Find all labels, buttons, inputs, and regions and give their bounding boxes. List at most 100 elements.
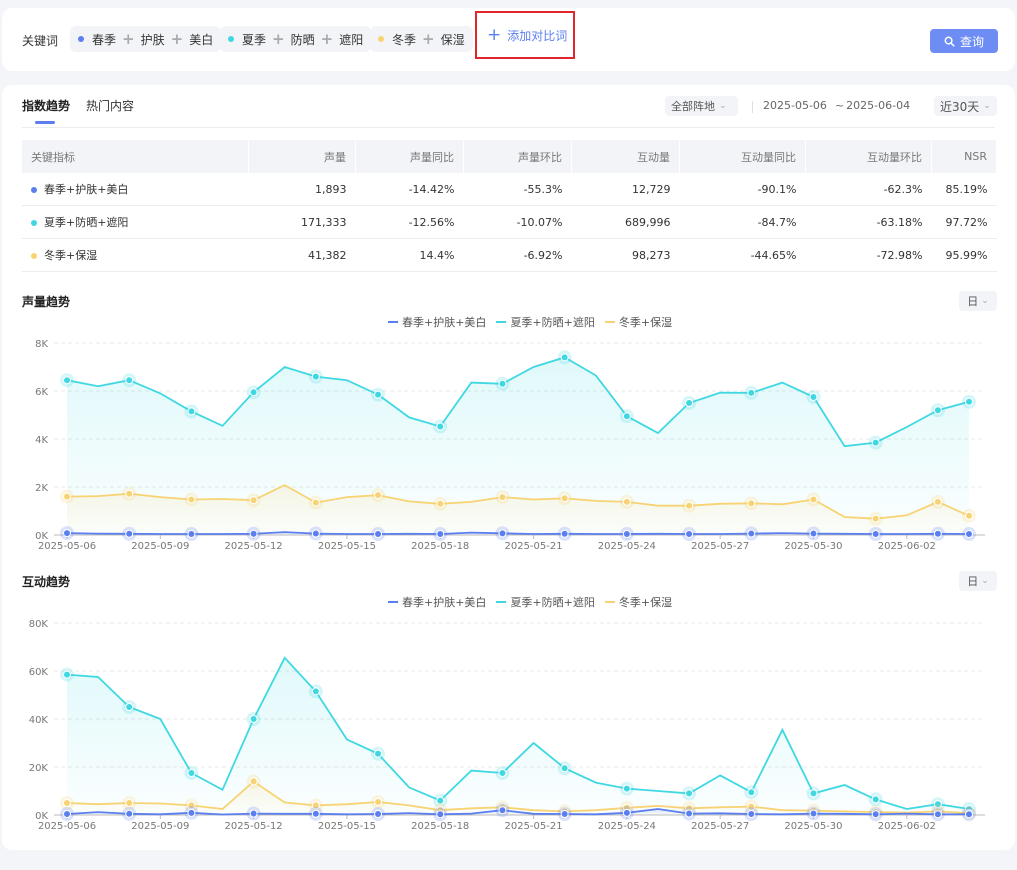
data-point[interactable] bbox=[249, 777, 258, 786]
data-point[interactable] bbox=[747, 499, 756, 508]
data-point[interactable] bbox=[622, 497, 631, 506]
data-point[interactable] bbox=[622, 530, 631, 539]
data-point[interactable] bbox=[933, 810, 942, 819]
data-point[interactable] bbox=[622, 412, 631, 421]
data-point[interactable] bbox=[809, 789, 818, 798]
data-point[interactable] bbox=[871, 795, 880, 804]
data-point[interactable] bbox=[498, 529, 507, 538]
query-button[interactable]: 查询 bbox=[930, 29, 998, 53]
data-point[interactable] bbox=[63, 799, 71, 807]
data-point[interactable] bbox=[125, 529, 134, 538]
data-point[interactable] bbox=[63, 529, 71, 538]
data-point[interactable] bbox=[125, 799, 134, 807]
data-point[interactable] bbox=[685, 399, 694, 407]
add-compare-term-button[interactable]: + 添加对比词 bbox=[475, 11, 575, 59]
data-point[interactable] bbox=[560, 810, 569, 819]
volume-granularity-select[interactable]: 日 ⌄ bbox=[959, 291, 997, 311]
data-point[interactable] bbox=[436, 499, 445, 508]
data-point[interactable] bbox=[871, 810, 880, 819]
data-point[interactable] bbox=[809, 393, 818, 401]
legend-item[interactable]: 春季+护肤+美白 bbox=[388, 314, 486, 330]
data-point[interactable] bbox=[311, 687, 320, 696]
tab-index-trend[interactable]: 指数趋势 bbox=[22, 97, 70, 124]
data-point[interactable] bbox=[249, 388, 258, 397]
data-point[interactable] bbox=[63, 492, 71, 501]
data-point[interactable] bbox=[498, 769, 507, 777]
legend-item[interactable]: 夏季+防晒+遮阳 bbox=[496, 314, 595, 330]
data-point[interactable] bbox=[311, 529, 320, 538]
data-point[interactable] bbox=[685, 501, 694, 510]
data-point[interactable] bbox=[871, 514, 880, 523]
data-point[interactable] bbox=[125, 489, 134, 498]
data-point[interactable] bbox=[249, 715, 258, 723]
data-point[interactable] bbox=[249, 529, 258, 538]
data-point[interactable] bbox=[965, 810, 973, 819]
data-point[interactable] bbox=[311, 498, 320, 507]
data-point[interactable] bbox=[436, 810, 445, 819]
data-point[interactable] bbox=[622, 808, 631, 817]
keyword-chip-2[interactable]: 夏季 + 防晒 + 遮阳 bbox=[220, 26, 372, 52]
data-point[interactable] bbox=[933, 497, 942, 506]
legend-item[interactable]: 春季+护肤+美白 bbox=[388, 594, 486, 610]
legend-item[interactable]: 冬季+保湿 bbox=[604, 594, 672, 610]
interaction-granularity-select[interactable]: 日 ⌄ bbox=[959, 571, 997, 591]
data-point[interactable] bbox=[436, 796, 445, 805]
data-point[interactable] bbox=[187, 407, 196, 416]
data-point[interactable] bbox=[374, 530, 383, 539]
data-point[interactable] bbox=[747, 388, 756, 397]
data-point[interactable] bbox=[249, 809, 258, 818]
range-select[interactable]: 近30天 ⌄ bbox=[934, 96, 997, 116]
data-point[interactable] bbox=[436, 530, 445, 539]
data-point[interactable] bbox=[747, 810, 756, 819]
data-point[interactable] bbox=[374, 390, 383, 399]
data-point[interactable] bbox=[560, 353, 569, 362]
data-point[interactable] bbox=[498, 493, 507, 502]
data-point[interactable] bbox=[125, 809, 134, 818]
data-point[interactable] bbox=[809, 529, 818, 538]
data-point[interactable] bbox=[125, 376, 134, 385]
data-point[interactable] bbox=[374, 491, 383, 500]
data-point[interactable] bbox=[933, 529, 942, 538]
data-point[interactable] bbox=[809, 809, 818, 818]
data-point[interactable] bbox=[747, 529, 756, 538]
data-point[interactable] bbox=[871, 530, 880, 539]
keyword-chip-1[interactable]: 春季 + 护肤 + 美白 bbox=[70, 26, 222, 52]
data-point[interactable] bbox=[311, 809, 320, 818]
data-point[interactable] bbox=[685, 809, 694, 818]
data-point[interactable] bbox=[871, 438, 880, 447]
data-point[interactable] bbox=[125, 703, 134, 711]
data-point[interactable] bbox=[374, 810, 383, 819]
region-select[interactable]: 全部阵地 ⌄ bbox=[665, 96, 738, 116]
data-point[interactable] bbox=[63, 376, 71, 385]
data-point[interactable] bbox=[933, 406, 942, 415]
data-point[interactable] bbox=[560, 529, 569, 538]
data-point[interactable] bbox=[965, 530, 973, 539]
data-point[interactable] bbox=[187, 769, 196, 777]
data-point[interactable] bbox=[63, 670, 71, 679]
data-point[interactable] bbox=[187, 530, 196, 539]
data-point[interactable] bbox=[374, 798, 383, 807]
data-point[interactable] bbox=[560, 764, 569, 773]
data-point[interactable] bbox=[747, 788, 756, 797]
data-point[interactable] bbox=[498, 806, 507, 815]
data-point[interactable] bbox=[965, 397, 973, 406]
data-point[interactable] bbox=[498, 379, 507, 388]
data-point[interactable] bbox=[311, 372, 320, 381]
data-point[interactable] bbox=[187, 495, 196, 504]
legend-item[interactable]: 夏季+防晒+遮阳 bbox=[496, 594, 595, 610]
data-point[interactable] bbox=[809, 495, 818, 504]
date-range-picker[interactable]: 2025-05-06 ~ 2025-06-04 bbox=[763, 99, 910, 112]
data-point[interactable] bbox=[965, 511, 973, 520]
legend-item[interactable]: 冬季+保湿 bbox=[604, 314, 672, 330]
data-point[interactable] bbox=[63, 810, 71, 819]
data-point[interactable] bbox=[374, 749, 383, 758]
data-point[interactable] bbox=[685, 789, 694, 798]
data-point[interactable] bbox=[436, 422, 445, 431]
data-point[interactable] bbox=[622, 784, 631, 793]
data-point[interactable] bbox=[249, 496, 258, 505]
data-point[interactable] bbox=[187, 808, 196, 817]
data-point[interactable] bbox=[560, 494, 569, 503]
tab-hot-content[interactable]: 热门内容 bbox=[86, 97, 134, 123]
data-point[interactable] bbox=[685, 530, 694, 539]
keyword-chip-3[interactable]: 冬季 + 保湿 bbox=[370, 26, 473, 52]
